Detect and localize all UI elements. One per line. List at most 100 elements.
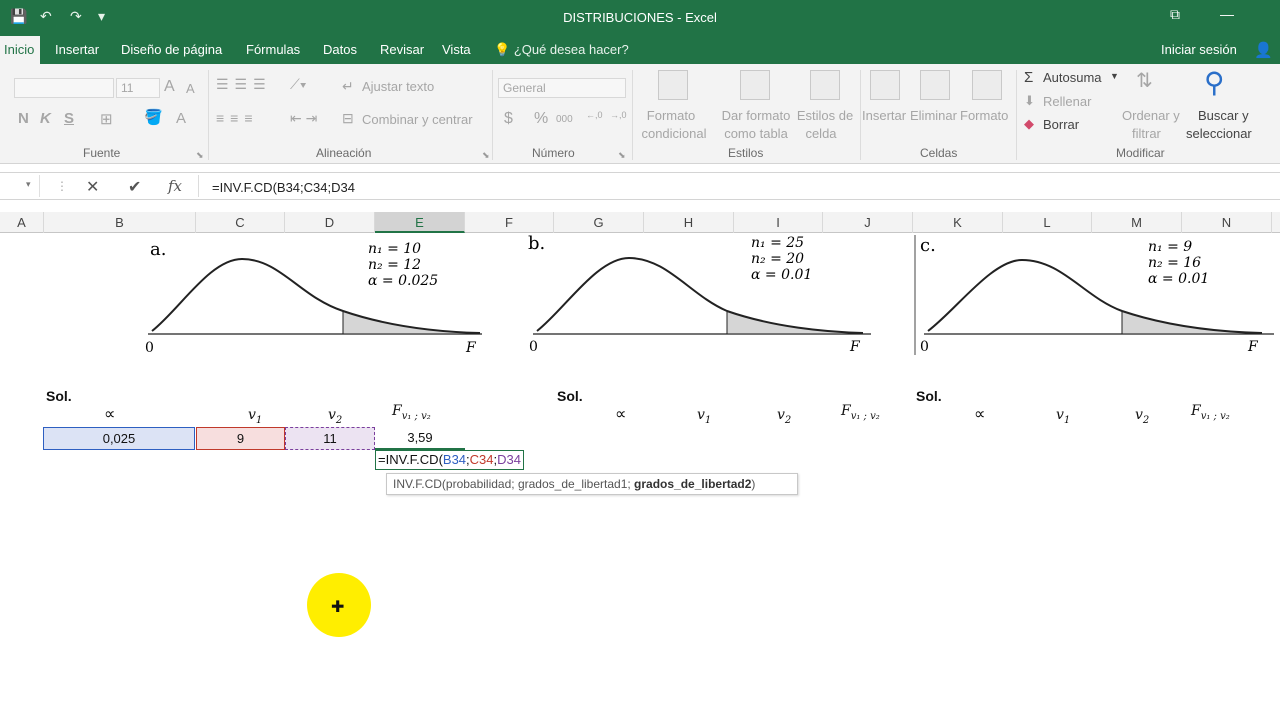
ribbon-display-icon[interactable]: ⧉ bbox=[1170, 6, 1180, 23]
cell-e34[interactable]: 3,59 bbox=[375, 427, 465, 450]
font-launcher-icon[interactable]: ⬊ bbox=[196, 150, 204, 161]
formula-input[interactable]: =INV.F.CD(B34;C34;D34 bbox=[212, 180, 355, 195]
font-size-combo[interactable]: 11 bbox=[116, 78, 160, 98]
font-name-combo[interactable] bbox=[14, 78, 114, 98]
column-header-g[interactable]: G bbox=[554, 212, 644, 233]
search-icon: ⚲ bbox=[1204, 67, 1225, 98]
autosum-icon[interactable]: Σ bbox=[1024, 69, 1033, 86]
figure-origin: 0 bbox=[529, 339, 538, 355]
column-header-d[interactable]: D bbox=[285, 212, 375, 233]
column-header-e[interactable]: E bbox=[375, 212, 465, 233]
underline-button[interactable]: S bbox=[64, 110, 74, 127]
solution-label-2: Sol. bbox=[557, 388, 583, 404]
name-box-dropdown-icon[interactable]: ▾ bbox=[26, 179, 31, 190]
figure-letter: c. bbox=[920, 235, 936, 256]
column-header-a[interactable]: A bbox=[0, 212, 44, 233]
group-label-fuente: Fuente bbox=[83, 146, 121, 160]
figure-n2: n₂ = 20 bbox=[751, 251, 804, 267]
worksheet[interactable]: a. n₁ = 10 n₂ = 12 α = 0.025 0 F b. n₁ =… bbox=[0, 233, 1280, 720]
column-header-h[interactable]: H bbox=[644, 212, 734, 233]
column-header-n[interactable]: N bbox=[1182, 212, 1272, 233]
fill-button[interactable]: Rellenar bbox=[1043, 94, 1091, 109]
sign-in-link[interactable]: Iniciar sesión bbox=[1161, 42, 1237, 57]
eraser-icon[interactable]: ◆ bbox=[1024, 116, 1034, 132]
v1-subscript: 1 bbox=[704, 414, 712, 426]
cell-styles-label-1[interactable]: Estilos de bbox=[794, 108, 856, 123]
number-launcher-icon[interactable]: ⬊ bbox=[618, 150, 626, 161]
merge-center-button[interactable]: Combinar y centrar bbox=[362, 112, 473, 127]
column-header-k[interactable]: K bbox=[913, 212, 1003, 233]
grow-font-icon[interactable]: A bbox=[164, 78, 175, 96]
format-as-table-label-1[interactable]: Dar formato bbox=[716, 108, 796, 123]
cell-editor[interactable]: =INV.F.CD(B34;C34;D34 bbox=[375, 450, 525, 470]
decrease-decimal-button[interactable]: →,0 bbox=[610, 110, 627, 120]
tab-datos[interactable]: Datos bbox=[323, 42, 357, 57]
italic-button[interactable]: K bbox=[40, 110, 51, 127]
figure-n1: n₁ = 9 bbox=[1148, 239, 1192, 255]
cell-styles-icon bbox=[810, 70, 840, 100]
sort-filter-label-1[interactable]: Ordenar y bbox=[1122, 108, 1180, 123]
column-header-f[interactable]: F bbox=[465, 212, 554, 233]
thousands-button[interactable]: 000 bbox=[556, 114, 573, 125]
shrink-font-icon[interactable]: A bbox=[186, 81, 195, 96]
find-select-label-1[interactable]: Buscar y bbox=[1198, 108, 1249, 123]
insert-cells-button[interactable]: Insertar bbox=[862, 108, 906, 123]
column-header-l[interactable]: L bbox=[1003, 212, 1092, 233]
delete-cells-button[interactable]: Eliminar bbox=[910, 108, 957, 123]
insert-function-icon[interactable]: fx bbox=[168, 177, 182, 195]
merge-icon[interactable]: ⊟ bbox=[342, 110, 354, 127]
tab-revisar[interactable]: Revisar bbox=[380, 42, 424, 57]
column-header-i[interactable]: I bbox=[734, 212, 823, 233]
percent-button[interactable]: % bbox=[534, 110, 548, 128]
ribbon: 11 A A N K S ⊞ 🪣 A Fuente ⬊ ☰☰☰ ⟋▾ ↵ Aju… bbox=[0, 64, 1280, 164]
column-header-c[interactable]: C bbox=[196, 212, 285, 233]
name-box[interactable]: ▾ bbox=[0, 175, 40, 197]
fill-icon[interactable]: ⬇ bbox=[1024, 93, 1035, 109]
bold-button[interactable]: N bbox=[18, 110, 29, 127]
borders-icon[interactable]: ⊞ bbox=[100, 110, 113, 128]
wrap-text-icon[interactable]: ↵ bbox=[342, 78, 354, 95]
cell-c34[interactable]: 9 bbox=[196, 427, 285, 450]
column-header-b[interactable]: B bbox=[44, 212, 196, 233]
cell-d34[interactable]: 11 bbox=[285, 427, 375, 450]
increase-decimal-button[interactable]: ←,0 bbox=[586, 110, 603, 120]
fill-color-icon[interactable]: 🪣 bbox=[144, 108, 163, 126]
column-header-m[interactable]: M bbox=[1092, 212, 1182, 233]
cell-styles-label-2[interactable]: celda bbox=[794, 126, 848, 141]
column-headers: A B C D E F G H I J K L M N bbox=[0, 212, 1280, 233]
minimize-button[interactable]: — bbox=[1220, 6, 1234, 22]
tab-formulas[interactable]: Fórmulas bbox=[246, 42, 300, 57]
clear-button[interactable]: Borrar bbox=[1043, 117, 1079, 132]
enter-icon[interactable]: ✔ bbox=[128, 177, 141, 197]
tell-me-box[interactable]: 💡 ¿Qué desea hacer? bbox=[494, 42, 629, 58]
horizontal-align-icons[interactable]: ≡≡≡ bbox=[216, 110, 259, 126]
wrap-text-button[interactable]: Ajustar texto bbox=[362, 79, 434, 94]
autosum-dropdown-icon[interactable]: ▼ bbox=[1110, 71, 1119, 81]
currency-button[interactable]: $ bbox=[504, 110, 513, 128]
cancel-icon[interactable]: ✕ bbox=[86, 177, 99, 197]
autosum-button[interactable]: Autosuma bbox=[1043, 70, 1102, 85]
font-color-icon[interactable]: A bbox=[176, 110, 186, 127]
find-select-label-2[interactable]: seleccionar bbox=[1186, 126, 1252, 141]
cell-b34[interactable]: 0,025 bbox=[43, 427, 195, 450]
column-header-j[interactable]: J bbox=[823, 212, 913, 233]
alignment-launcher-icon[interactable]: ⬊ bbox=[482, 150, 490, 161]
sort-filter-label-2[interactable]: filtrar bbox=[1132, 126, 1161, 141]
function-tooltip[interactable]: INV.F.CD(probabilidad; grados_de_liberta… bbox=[386, 473, 798, 495]
separator bbox=[198, 175, 199, 197]
vertical-align-icons[interactable]: ☰☰☰ bbox=[216, 76, 272, 93]
user-icon[interactable]: 👤 bbox=[1254, 41, 1273, 59]
tab-insertar[interactable]: Insertar bbox=[55, 42, 99, 57]
format-as-table-label-2[interactable]: como tabla bbox=[716, 126, 796, 141]
f-distribution-figure-b: b. n₁ = 25 n₂ = 20 α = 0.01 0 F bbox=[528, 233, 871, 355]
window-title: DISTRIBUCIONES - Excel bbox=[563, 10, 717, 25]
orientation-icon[interactable]: ⟋▾ bbox=[290, 76, 307, 93]
number-format-combo[interactable]: General bbox=[498, 78, 626, 98]
indent-icons[interactable]: ⇤ ⇥ bbox=[290, 110, 317, 127]
tab-diseno[interactable]: Diseño de página bbox=[121, 42, 222, 57]
format-cells-button[interactable]: Formato bbox=[960, 108, 1008, 123]
conditional-format-label-2[interactable]: condicional bbox=[636, 126, 712, 141]
conditional-format-label-1[interactable]: Formato bbox=[636, 108, 706, 123]
tab-inicio[interactable]: Inicio bbox=[0, 36, 41, 64]
tab-vista[interactable]: Vista bbox=[442, 42, 471, 57]
